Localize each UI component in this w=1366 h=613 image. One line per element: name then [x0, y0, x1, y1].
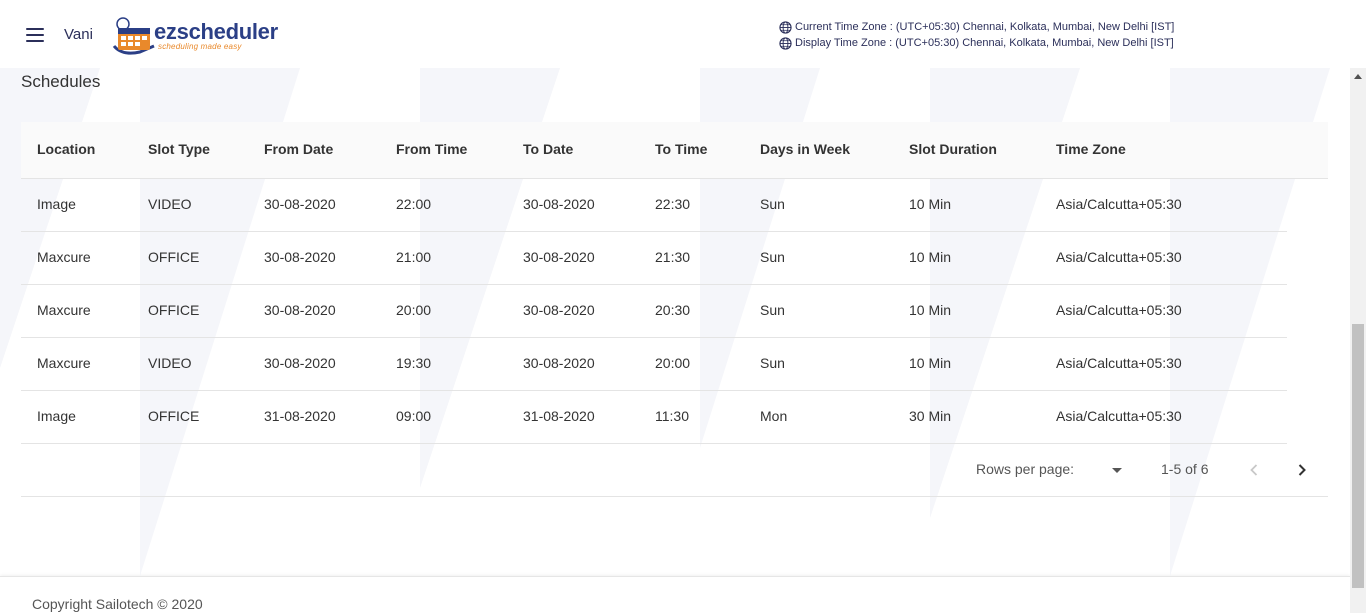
scroll-up-arrow-icon[interactable]	[1350, 68, 1366, 84]
cell-to-date: 30-08-2020	[523, 249, 595, 265]
ezscheduler-logo[interactable]: ezscheduler scheduling made easy	[110, 16, 282, 56]
previous-page-button[interactable]	[1239, 455, 1269, 485]
cell-location: Maxcure	[37, 302, 91, 318]
app-footer: Copyright Sailotech © 2020	[0, 576, 1350, 613]
cell-days-in-week: Mon	[760, 408, 788, 424]
cell-to-date: 30-08-2020	[523, 355, 595, 371]
column-header-slot-duration[interactable]: Slot Duration	[909, 141, 997, 157]
app-header: Vani ezscheduler scheduling made easy Cu…	[0, 0, 1366, 68]
table-row[interactable]: Maxcure OFFICE 30-08-2020 20:00 30-08-20…	[21, 285, 1287, 338]
cell-time-zone: Asia/Calcutta+05:30	[1056, 302, 1182, 318]
cell-slot-duration: 10 Min	[909, 196, 952, 212]
pagination-range: 1-5 of 6	[1161, 461, 1209, 477]
cell-from-date: 30-08-2020	[264, 196, 336, 212]
column-header-location[interactable]: Location	[37, 141, 95, 157]
logo-tagline: scheduling made easy	[158, 42, 242, 51]
hamburger-menu-icon[interactable]	[22, 24, 50, 46]
cell-slot-type: OFFICE	[148, 249, 200, 265]
table-row[interactable]: Maxcure OFFICE 30-08-2020 21:00 30-08-20…	[21, 232, 1287, 285]
logo-calendar-icon	[112, 17, 155, 55]
table-row[interactable]: Image VIDEO 30-08-2020 22:00 30-08-2020 …	[21, 179, 1287, 232]
current-timezone-text: Current Time Zone : (UTC+05:30) Chennai,…	[795, 21, 1175, 33]
chevron-left-icon	[1250, 464, 1258, 476]
cell-to-time: 11:30	[655, 408, 689, 424]
rows-per-page-select[interactable]	[1103, 457, 1133, 483]
globe-icon	[779, 20, 792, 34]
rows-per-page-label: Rows per page:	[976, 461, 1075, 477]
table-header: Location Slot Type From Date From Time T…	[21, 122, 1328, 179]
next-page-button[interactable]	[1287, 455, 1317, 485]
schedules-table: Location Slot Type From Date From Time T…	[21, 122, 1328, 497]
cell-from-time: 09:00	[396, 408, 432, 424]
chevron-right-icon	[1298, 464, 1306, 476]
cell-to-time: 21:30	[655, 249, 691, 265]
timezone-info: Current Time Zone : (UTC+05:30) Chennai,…	[779, 19, 1174, 51]
cell-from-time: 22:00	[396, 196, 432, 212]
cell-days-in-week: Sun	[760, 196, 785, 212]
display-timezone: Display Time Zone : (UTC+05:30) Chennai,…	[779, 35, 1174, 51]
cell-slot-type: VIDEO	[148, 355, 192, 371]
cell-time-zone: Asia/Calcutta+05:30	[1056, 196, 1182, 212]
cell-slot-duration: 10 Min	[909, 355, 952, 371]
vertical-scrollbar[interactable]	[1350, 68, 1366, 613]
cell-slot-type: OFFICE	[148, 408, 200, 424]
copyright-text: Copyright Sailotech © 2020	[32, 596, 203, 612]
cell-to-date: 30-08-2020	[523, 302, 595, 318]
table-pagination: Rows per page: 1-5 of 6	[21, 443, 1328, 497]
cell-to-time: 22:30	[655, 196, 691, 212]
cell-time-zone: Asia/Calcutta+05:30	[1056, 408, 1182, 424]
table-row[interactable]: Maxcure VIDEO 30-08-2020 19:30 30-08-202…	[21, 338, 1287, 391]
cell-to-date: 30-08-2020	[523, 196, 595, 212]
cell-time-zone: Asia/Calcutta+05:30	[1056, 355, 1182, 371]
table-row[interactable]: Image OFFICE 31-08-2020 09:00 31-08-2020…	[21, 391, 1287, 444]
column-header-to-date[interactable]: To Date	[523, 141, 573, 157]
column-header-days-in-week[interactable]: Days in Week	[760, 141, 850, 157]
globe-icon	[779, 36, 792, 50]
cell-time-zone: Asia/Calcutta+05:30	[1056, 249, 1182, 265]
cell-to-time: 20:00	[655, 355, 691, 371]
cell-slot-type: VIDEO	[148, 196, 192, 212]
cell-from-date: 31-08-2020	[264, 408, 336, 424]
cell-from-time: 20:00	[396, 302, 432, 318]
user-name: Vani	[64, 26, 93, 43]
cell-slot-duration: 10 Min	[909, 249, 952, 265]
cell-location: Image	[37, 408, 76, 424]
column-header-from-time[interactable]: From Time	[396, 141, 467, 157]
column-header-from-date[interactable]: From Date	[264, 141, 333, 157]
column-header-time-zone[interactable]: Time Zone	[1056, 141, 1126, 157]
cell-days-in-week: Sun	[760, 302, 785, 318]
column-header-to-time[interactable]: To Time	[655, 141, 707, 157]
cell-days-in-week: Sun	[760, 355, 785, 371]
app-page: Vani ezscheduler scheduling made easy Cu…	[0, 0, 1366, 613]
cell-days-in-week: Sun	[760, 249, 785, 265]
cell-from-date: 30-08-2020	[264, 302, 336, 318]
cell-location: Maxcure	[37, 355, 91, 371]
cell-from-time: 21:00	[396, 249, 432, 265]
cell-to-time: 20:30	[655, 302, 691, 318]
scrollbar-thumb[interactable]	[1352, 324, 1364, 588]
cell-location: Image	[37, 196, 76, 212]
cell-location: Maxcure	[37, 249, 91, 265]
cell-from-date: 30-08-2020	[264, 355, 336, 371]
cell-from-time: 19:30	[396, 355, 432, 371]
current-timezone: Current Time Zone : (UTC+05:30) Chennai,…	[779, 19, 1174, 35]
cell-from-date: 30-08-2020	[264, 249, 336, 265]
column-header-slot-type[interactable]: Slot Type	[148, 141, 210, 157]
display-timezone-text: Display Time Zone : (UTC+05:30) Chennai,…	[795, 37, 1174, 49]
cell-to-date: 31-08-2020	[523, 408, 595, 424]
page-title: Schedules	[21, 72, 101, 91]
cell-slot-duration: 30 Min	[909, 408, 952, 424]
cell-slot-type: OFFICE	[148, 302, 200, 318]
cell-slot-duration: 10 Min	[909, 302, 952, 318]
